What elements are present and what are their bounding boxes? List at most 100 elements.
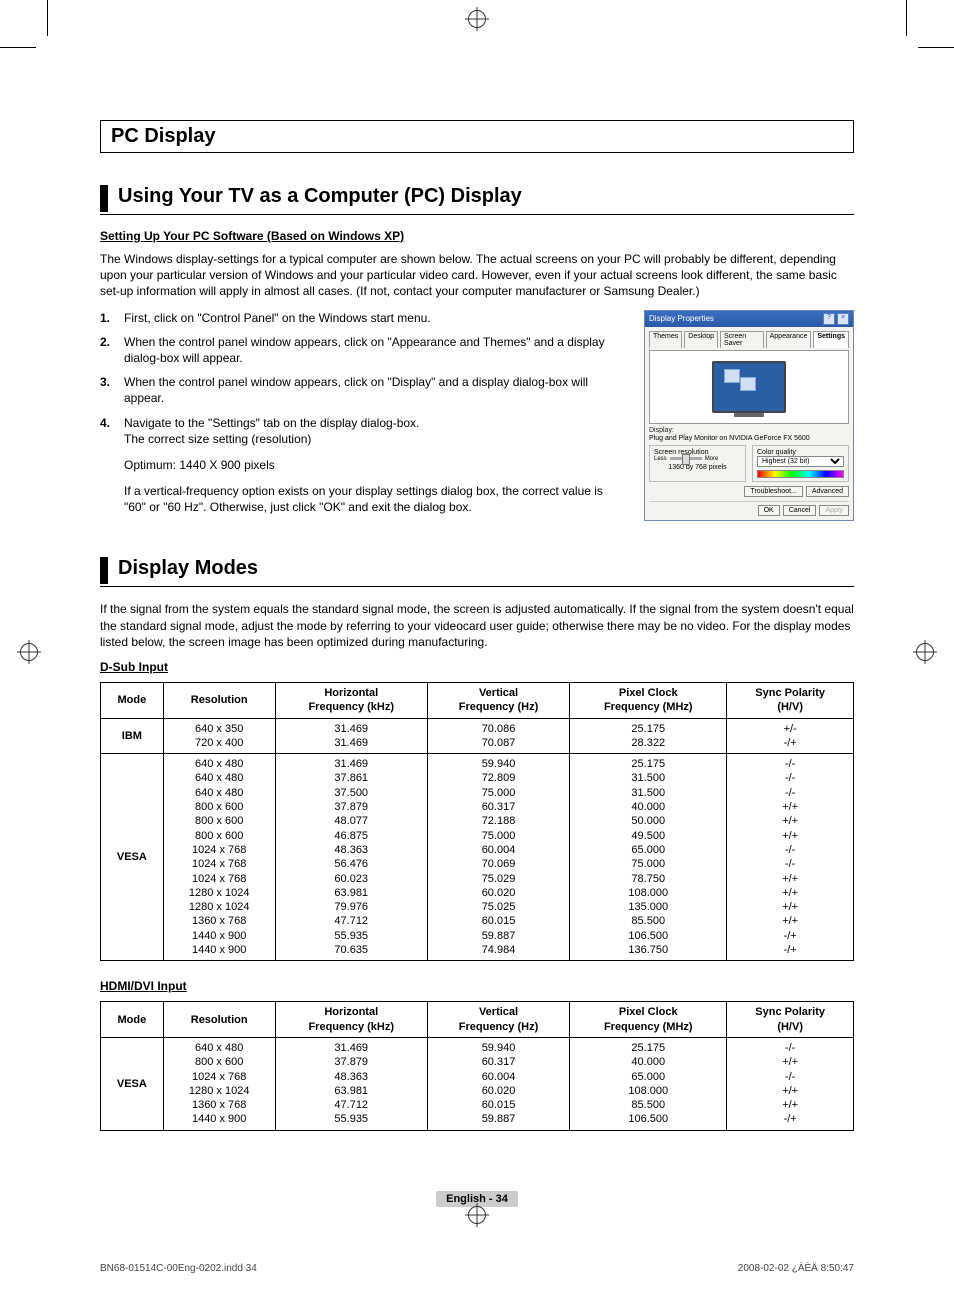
display-label: Display: — [649, 427, 849, 434]
pclk-cell: 25.17540.00065.000108.00085.500106.500 — [570, 1037, 727, 1130]
step-item: 1. First, click on "Control Panel" on the… — [100, 310, 628, 326]
table-header: Resolution — [163, 683, 275, 719]
sync-cell: -/-+/+-/-+/++/+-/+ — [727, 1037, 854, 1130]
hfreq-cell: 31.46931.469 — [275, 718, 427, 754]
color-bar-icon — [757, 470, 844, 478]
hdmi-table: ModeResolutionHorizontalFrequency (kHz)V… — [100, 1001, 854, 1130]
dialog-titlebar: Display Properties ? × — [645, 311, 853, 327]
heading-bar-icon — [100, 557, 108, 584]
section-title: Display Modes — [118, 555, 258, 586]
display-modes-paragraph: If the signal from the system equals the… — [100, 601, 854, 650]
slider-more-label: More — [705, 456, 719, 462]
resolution-value: 1360 by 768 pixels — [654, 464, 741, 471]
step-text: First, click on "Control Panel" on the W… — [124, 310, 431, 326]
subheading: Setting Up Your PC Software (Based on Wi… — [100, 229, 854, 243]
print-timestamp: 2008-02-02 ¿ÀÈÄ 8:50:47 — [738, 1263, 854, 1274]
print-metadata: BN68-01514C-00Eng-0202.indd 34 2008-02-0… — [100, 1263, 854, 1274]
table-header: Sync Polarity(H/V) — [727, 1002, 854, 1038]
table-header: Resolution — [163, 1002, 275, 1038]
sync-cell: +/--/+ — [727, 718, 854, 754]
screenshot-column: Display Properties ? × ThemesDesktopScre… — [644, 310, 854, 521]
vfreq-cell: 70.08670.087 — [427, 718, 569, 754]
resolution-group: Screen resolution Less More 1360 by 768 … — [649, 445, 746, 482]
vfreq-cell: 59.94060.31760.00460.02060.01559.887 — [427, 1037, 569, 1130]
table-header: Pixel ClockFrequency (MHz) — [570, 1002, 727, 1038]
dialog-tab[interactable]: Appearance — [766, 331, 812, 348]
step-item: 4.Navigate to the "Settings" tab on the … — [100, 415, 628, 447]
content-row: 1. First, click on "Control Panel" on the… — [100, 310, 854, 526]
help-icon[interactable]: ? — [823, 313, 835, 325]
page-title: PC Display — [111, 125, 215, 147]
slider-less-label: Less — [654, 456, 667, 462]
mode-cell: IBM — [101, 718, 164, 754]
registration-icon — [916, 643, 934, 661]
resolution-slider[interactable] — [670, 457, 702, 460]
apply-button[interactable]: Apply — [819, 505, 849, 516]
color-quality-group: Color quality Highest (32 bit) — [752, 445, 849, 482]
subheading-hdmi: HDMI/DVI Input — [100, 979, 854, 993]
trim-mark — [0, 47, 36, 48]
resolution-cell: 640 x 480800 x 6001024 x 7681280 x 10241… — [163, 1037, 275, 1130]
trim-mark — [47, 0, 48, 36]
dialog-tab[interactable]: Settings — [813, 331, 849, 348]
color-quality-select[interactable]: Highest (32 bit) — [757, 456, 844, 467]
dsub-table: ModeResolutionHorizontalFrequency (kHz)V… — [100, 682, 854, 961]
steps-list: 1. First, click on "Control Panel" on the… — [100, 310, 628, 447]
table-header: Sync Polarity(H/V) — [727, 683, 854, 719]
vfreq-note: If a vertical-frequency option exists on… — [124, 483, 628, 515]
step-text: Navigate to the "Settings" tab on the di… — [124, 415, 419, 447]
monitor-preview — [649, 350, 849, 424]
table-row: VESA640 x 480800 x 6001024 x 7681280 x 1… — [101, 1037, 854, 1130]
dialog-title: Display Properties — [649, 314, 714, 323]
step-number: 4. — [100, 415, 116, 447]
registration-icon — [468, 10, 486, 28]
table-header: VerticalFrequency (Hz) — [427, 683, 569, 719]
dialog-tab[interactable]: Screen Saver — [720, 331, 764, 348]
step-number: 3. — [100, 374, 116, 406]
subheading-dsub: D-Sub Input — [100, 660, 854, 674]
pclk-cell: 25.17531.50031.50040.00050.00049.50065.0… — [570, 754, 727, 961]
color-quality-label: Color quality — [757, 449, 844, 456]
step-text: When the control panel window appears, c… — [124, 334, 628, 366]
dialog-tab[interactable]: Desktop — [684, 331, 718, 348]
print-file: BN68-01514C-00Eng-0202.indd 34 — [100, 1263, 257, 1274]
heading-bar-icon — [100, 185, 108, 212]
section-heading: Using Your TV as a Computer (PC) Display — [100, 183, 854, 215]
resolution-cell: 640 x 480640 x 480640 x 480800 x 600800 … — [163, 754, 275, 961]
intro-paragraph: The Windows display-settings for a typic… — [100, 251, 854, 300]
table-row: IBM640 x 350720 x 40031.46931.46970.0867… — [101, 718, 854, 754]
table-header: HorizontalFrequency (kHz) — [275, 683, 427, 719]
step-text: When the control panel window appears, c… — [124, 374, 628, 406]
registration-icon — [468, 1206, 486, 1224]
mode-cell: VESA — [101, 754, 164, 961]
table-header: Mode — [101, 1002, 164, 1038]
troubleshoot-button[interactable]: Troubleshoot... — [744, 486, 802, 497]
display-value: Plug and Play Monitor on NVIDIA GeForce … — [649, 435, 849, 442]
steps-column: 1. First, click on "Control Panel" on the… — [100, 310, 628, 526]
hfreq-cell: 31.46937.87948.36363.98147.71255.935 — [275, 1037, 427, 1130]
hfreq-cell: 31.46937.86137.50037.87948.07746.87548.3… — [275, 754, 427, 961]
section-title: Using Your TV as a Computer (PC) Display — [118, 183, 522, 214]
trim-mark — [918, 47, 954, 48]
dialog-tabs: ThemesDesktopScreen SaverAppearanceSetti… — [649, 331, 849, 348]
cancel-button[interactable]: Cancel — [783, 505, 817, 516]
table-row: VESA640 x 480640 x 480640 x 480800 x 600… — [101, 754, 854, 961]
table-header: Pixel ClockFrequency (MHz) — [570, 683, 727, 719]
section-heading: Display Modes — [100, 555, 854, 587]
page-title-box: PC Display — [100, 120, 854, 153]
vfreq-cell: 59.94072.80975.00060.31772.18875.00060.0… — [427, 754, 569, 961]
step-item: 2.When the control panel window appears,… — [100, 334, 628, 366]
table-header: HorizontalFrequency (kHz) — [275, 1002, 427, 1038]
advanced-button[interactable]: Advanced — [806, 486, 849, 497]
step-number: 2. — [100, 334, 116, 366]
mode-cell: VESA — [101, 1037, 164, 1130]
table-header: Mode — [101, 683, 164, 719]
step-number: 1. — [100, 310, 116, 326]
ok-button[interactable]: OK — [758, 505, 780, 516]
table-header: VerticalFrequency (Hz) — [427, 1002, 569, 1038]
pclk-cell: 25.17528.322 — [570, 718, 727, 754]
display-properties-dialog: Display Properties ? × ThemesDesktopScre… — [644, 310, 854, 521]
close-icon[interactable]: × — [837, 313, 849, 325]
dialog-tab[interactable]: Themes — [649, 331, 682, 348]
page: PC Display Using Your TV as a Computer (… — [0, 0, 954, 1304]
